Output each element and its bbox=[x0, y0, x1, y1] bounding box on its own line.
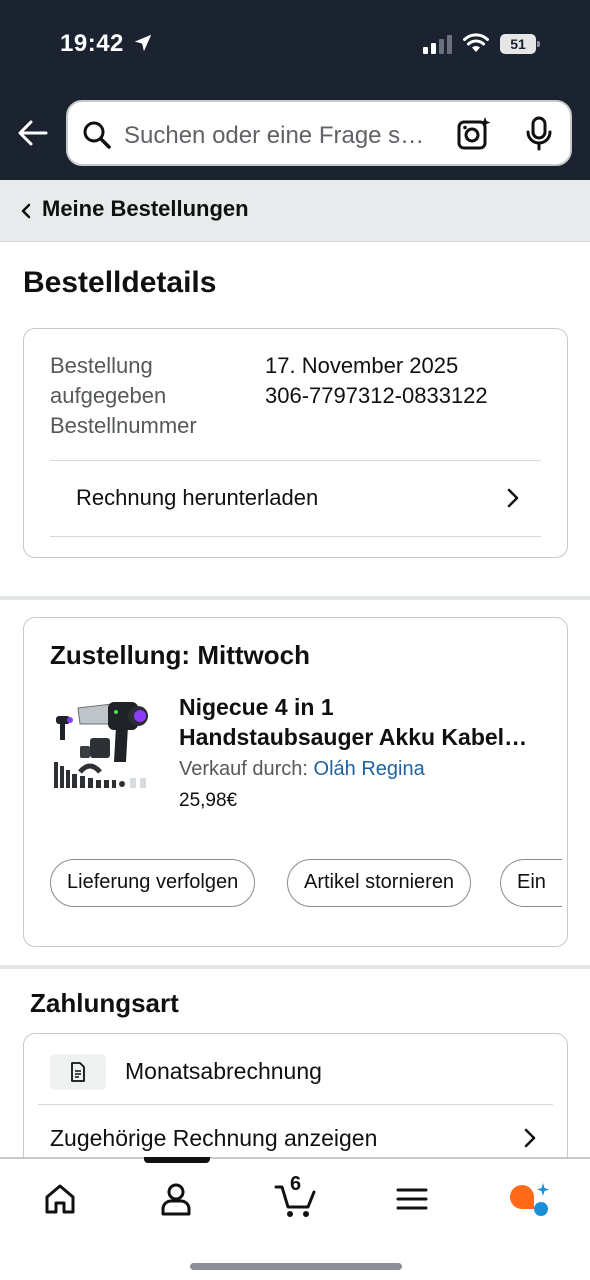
product-title[interactable]: Nigecue 4 in 1 Handstaubsauger Akku Kabe… bbox=[179, 692, 549, 752]
payment-card: Monatsabrechnung Zugehörige Rechnung anz… bbox=[23, 1033, 568, 1173]
product-title-line1[interactable]: Nigecue 4 in 1 bbox=[179, 694, 334, 720]
order-info-card: Bestellung aufgegeben Bestellnummer 17. … bbox=[23, 328, 568, 558]
view-invoice-link[interactable]: Zugehörige Rechnung anzeigen bbox=[50, 1125, 377, 1152]
product-image[interactable] bbox=[50, 694, 154, 798]
seller-prefix: Verkauf durch: bbox=[179, 758, 314, 780]
battery-level: 51 bbox=[500, 34, 536, 54]
seller-info: Verkauf durch: Oláh Regina bbox=[179, 758, 425, 781]
download-invoice-row[interactable]: Rechnung herunterladen bbox=[50, 461, 541, 537]
bottom-nav: 6 bbox=[0, 1157, 590, 1280]
more-action-button[interactable]: Ein bbox=[500, 859, 562, 907]
seller-name-link[interactable]: Oláh Regina bbox=[314, 758, 425, 780]
page-title: Bestelldetails bbox=[23, 266, 217, 299]
active-tab-indicator bbox=[144, 1157, 210, 1163]
section-separator bbox=[0, 596, 590, 600]
document-icon bbox=[71, 1062, 85, 1082]
chevron-right-icon bbox=[507, 488, 519, 508]
payment-method: Monatsabrechnung bbox=[125, 1058, 322, 1084]
divider bbox=[50, 536, 541, 537]
menu-icon[interactable] bbox=[392, 1179, 432, 1219]
search-icon bbox=[83, 121, 111, 149]
status-bar: 19:42 51 bbox=[0, 0, 590, 90]
cellular-signal-icon bbox=[423, 35, 452, 54]
delivery-card: Zustellung: Mittwoch Nigecue 4 in 1 Hand… bbox=[23, 617, 568, 947]
chevron-right-icon bbox=[524, 1128, 536, 1148]
download-invoice-link[interactable]: Rechnung herunterladen bbox=[76, 485, 318, 511]
cancel-item-button[interactable]: Artikel stornieren bbox=[287, 859, 472, 907]
wifi-icon bbox=[463, 33, 489, 52]
assistant-icon[interactable] bbox=[506, 1179, 550, 1219]
payment-heading: Zahlungsart bbox=[30, 988, 179, 1018]
search-bar[interactable]: Suchen oder eine Frage s… bbox=[66, 100, 572, 166]
top-header: 19:42 51 Suchen oder eine Frage s… bbox=[0, 0, 590, 180]
account-icon[interactable] bbox=[156, 1179, 196, 1219]
battery-tip bbox=[537, 41, 540, 47]
order-placed-value: 17. November 2025 bbox=[265, 353, 459, 378]
location-arrow-icon bbox=[134, 34, 152, 52]
search-input[interactable]: Suchen oder eine Frage s… bbox=[124, 122, 440, 150]
battery-indicator: 51 bbox=[500, 34, 540, 54]
chevron-left-icon bbox=[21, 203, 31, 219]
order-placed-label-line2: aufgegeben bbox=[50, 383, 167, 408]
camera-search-icon[interactable] bbox=[456, 116, 492, 152]
product-price: 25,98€ bbox=[179, 790, 238, 811]
section-separator bbox=[0, 965, 590, 969]
delivery-heading: Zustellung: Mittwoch bbox=[50, 640, 310, 670]
home-indicator bbox=[190, 1263, 402, 1270]
home-icon[interactable] bbox=[40, 1179, 80, 1219]
payment-method-badge bbox=[50, 1054, 106, 1090]
track-delivery-button[interactable]: Lieferung verfolgen bbox=[50, 859, 256, 907]
product-title-line2[interactable]: Handstaubsauger Akku Kabel… bbox=[179, 722, 549, 752]
order-number-label: Bestellnummer bbox=[50, 413, 197, 438]
microphone-icon[interactable] bbox=[524, 116, 554, 152]
breadcrumb-label[interactable]: Meine Bestellungen bbox=[42, 196, 249, 222]
breadcrumb[interactable]: Meine Bestellungen bbox=[0, 180, 590, 242]
back-arrow-icon[interactable] bbox=[16, 116, 50, 150]
order-number-value: 306-7797312-0833122 bbox=[265, 383, 488, 408]
cart-count-badge: 6 bbox=[290, 1173, 302, 1195]
status-time: 19:42 bbox=[60, 30, 124, 57]
order-placed-label-line1: Bestellung bbox=[50, 353, 153, 378]
